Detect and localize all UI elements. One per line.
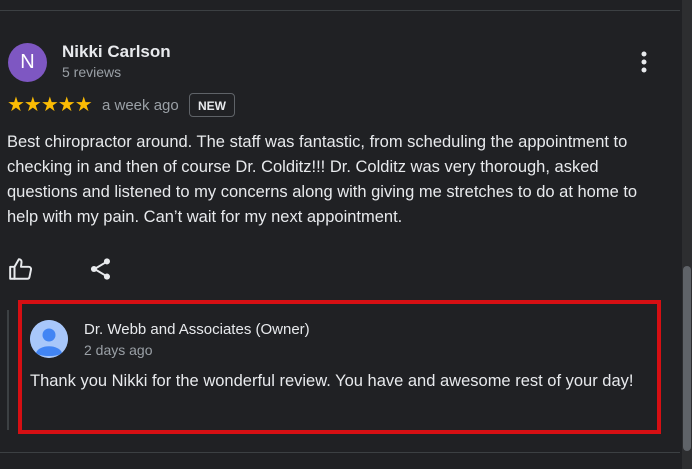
owner-name: Dr. Webb and Associates (Owner): [84, 321, 310, 338]
avatar-letter: N: [20, 51, 35, 73]
top-divider: [0, 10, 680, 11]
reviewer-name[interactable]: Nikki Carlson: [62, 42, 171, 62]
scrollbar-track[interactable]: [682, 0, 692, 469]
scrollbar-thumb[interactable]: [683, 266, 691, 451]
person-avatar-icon: [30, 320, 68, 358]
star-rating: ★★★★★: [7, 94, 93, 116]
review-text: Best chiropractor around. The staff was …: [7, 133, 638, 226]
share-icon: [90, 258, 110, 280]
new-badge: NEW: [189, 93, 235, 117]
reviewer-review-count: 5 reviews: [62, 64, 122, 80]
reply-indent-bar: [7, 310, 9, 430]
owner-avatar[interactable]: [30, 320, 68, 358]
owner-reply-text: Thank you Nikki for the wonderful review…: [30, 372, 634, 390]
owner-reply-date: 2 days ago: [84, 342, 153, 358]
reviewer-avatar[interactable]: N: [8, 43, 47, 82]
bottom-divider: [0, 452, 680, 453]
review-date: a week ago: [102, 97, 179, 114]
like-button[interactable]: [8, 256, 34, 282]
more-options-button[interactable]: [632, 50, 656, 74]
share-button[interactable]: [88, 256, 114, 282]
thumb-up-icon: [9, 258, 32, 280]
more-vert-icon: [641, 51, 647, 73]
